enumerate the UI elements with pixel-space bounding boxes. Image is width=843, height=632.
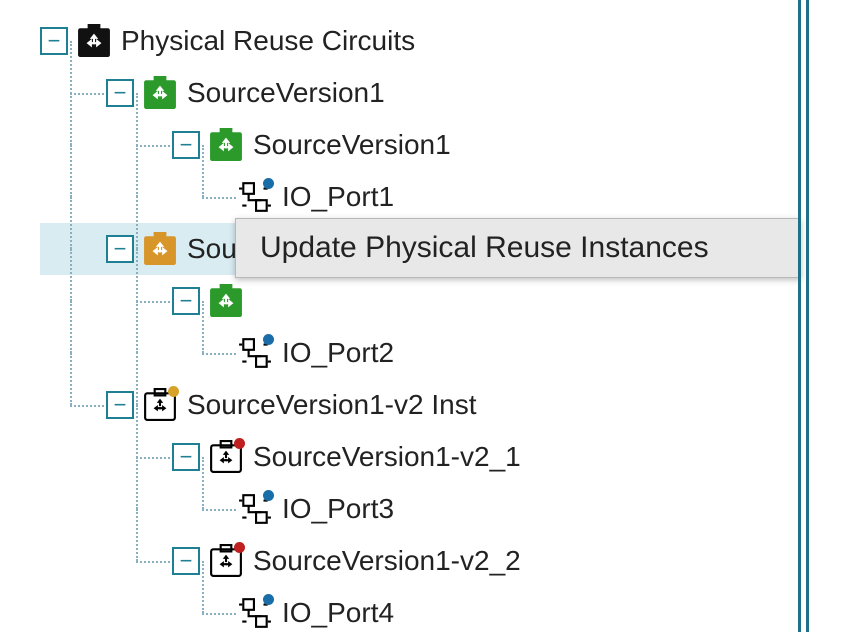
tree-row[interactable]: IO_Port1 [40, 171, 800, 223]
collapse-toggle[interactable]: − [172, 287, 200, 315]
recycle-icon [143, 76, 177, 110]
collapse-toggle[interactable]: − [172, 443, 200, 471]
tree-label: IO_Port3 [282, 493, 394, 525]
port-icon [238, 492, 272, 526]
vertical-rail [798, 0, 801, 632]
tree-label: IO_Port1 [282, 181, 394, 213]
tree-label: SourceVersion1-v2_1 [253, 441, 521, 473]
collapse-toggle[interactable]: − [40, 27, 68, 55]
tree-row-root[interactable]: − Physical Reuse Circuits [40, 15, 800, 67]
tree-row[interactable]: − SourceVersion1-v2 Inst [40, 379, 800, 431]
collapse-toggle[interactable]: − [172, 547, 200, 575]
recycle-icon [143, 232, 177, 266]
collapse-toggle[interactable]: − [106, 79, 134, 107]
port-icon [238, 180, 272, 214]
tree-row[interactable]: − SourceVersion1 [40, 67, 800, 119]
port-icon [238, 336, 272, 370]
port-icon [238, 596, 272, 630]
tree-label: Physical Reuse Circuits [121, 25, 415, 57]
tree-label: SourceVersion1-v2_2 [253, 545, 521, 577]
vertical-rail [806, 0, 809, 632]
recycle-icon [209, 128, 243, 162]
tree-row[interactable]: IO_Port3 [40, 483, 800, 535]
collapse-toggle[interactable]: − [106, 391, 134, 419]
tree-row[interactable]: IO_Port4 [40, 587, 800, 632]
tree-label: SourceVersion1-v2 Inst [187, 389, 477, 421]
schematic-icon [209, 544, 243, 578]
tree-label: SourceVersion1 [187, 77, 385, 109]
recycle-icon [77, 24, 111, 58]
tree-label: IO_Port2 [282, 337, 394, 369]
schematic-icon [143, 388, 177, 422]
tree-row[interactable]: IO_Port2 [40, 327, 800, 379]
schematic-icon [209, 440, 243, 474]
tree-row[interactable]: − SourceVersion1-v2_2 [40, 535, 800, 587]
tree-row[interactable]: − SourceVersion1-v2_1 [40, 431, 800, 483]
tree-label: SourceVersion1 [253, 129, 451, 161]
context-menu: Update Physical Reuse Instances [235, 218, 801, 278]
tree-row[interactable]: − SourceVersion1 [40, 119, 800, 171]
context-menu-item-update-instances[interactable]: Update Physical Reuse Instances [238, 223, 798, 273]
collapse-toggle[interactable]: − [172, 131, 200, 159]
tree-view: − Physical Reuse Circuits − SourceVersio… [40, 15, 800, 632]
collapse-toggle[interactable]: − [106, 235, 134, 263]
tree-label: Sou [187, 233, 237, 265]
tree-label: IO_Port4 [282, 597, 394, 629]
tree-row[interactable]: − [40, 275, 800, 327]
recycle-icon [209, 284, 243, 318]
